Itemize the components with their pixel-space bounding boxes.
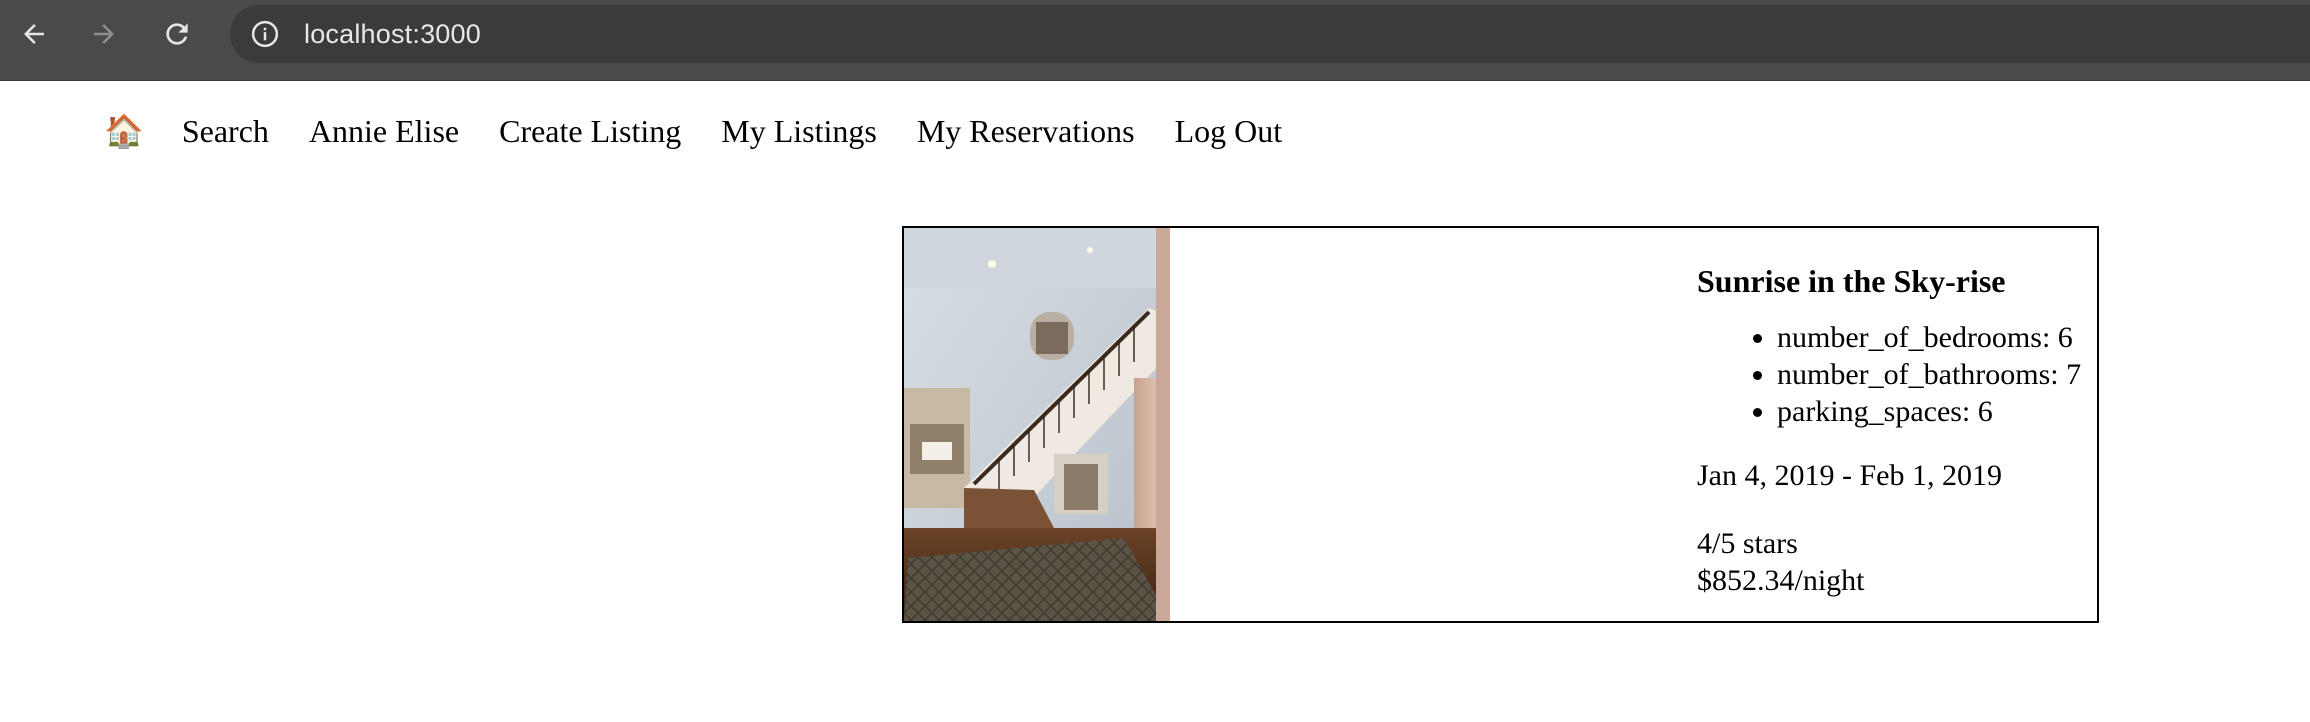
listing-price: $852.34/night <box>1697 564 1865 597</box>
feature-bathrooms: number_of_bathrooms: 7 <box>1777 356 2099 393</box>
arrow-left-icon <box>24 24 44 44</box>
nav-link-create-listing[interactable]: Create Listing <box>499 108 681 154</box>
arrow-right-icon <box>94 24 114 44</box>
listing-photo[interactable] <box>904 228 1170 621</box>
listing-title[interactable]: Sunrise in the Sky-rise <box>1697 261 2099 301</box>
forward-button[interactable] <box>82 12 126 56</box>
browser-toolbar: localhost:3000 <box>0 0 2310 81</box>
address-bar[interactable]: localhost:3000 <box>230 5 2310 63</box>
info-icon[interactable] <box>250 19 280 49</box>
app-navbar: 🏠 Search Annie Elise Create Listing My L… <box>104 108 1322 154</box>
nav-link-search[interactable]: Search <box>182 108 269 154</box>
listing-info: Sunrise in the Sky-rise number_of_bedroo… <box>1697 228 2099 599</box>
listing-dates: Jan 4, 2019 - Feb 1, 2019 <box>1697 459 2002 492</box>
nav-link-profile[interactable]: Annie Elise <box>309 108 459 154</box>
home-icon[interactable]: 🏠 <box>104 108 144 154</box>
nav-link-log-out[interactable]: Log Out <box>1175 108 1283 154</box>
url-text[interactable]: localhost:3000 <box>304 5 481 63</box>
feature-parking: parking_spaces: 6 <box>1777 393 2099 430</box>
back-button[interactable] <box>12 12 56 56</box>
nav-link-my-listings[interactable]: My Listings <box>721 108 877 154</box>
listing-card[interactable]: Sunrise in the Sky-rise number_of_bedroo… <box>902 226 2099 623</box>
nav-link-my-reservations[interactable]: My Reservations <box>917 108 1135 154</box>
reload-icon <box>166 23 188 45</box>
feature-bedrooms: number_of_bedrooms: 6 <box>1777 319 2099 356</box>
reload-button[interactable] <box>155 12 199 56</box>
listing-rating: 4/5 stars <box>1697 527 1798 560</box>
listing-features: number_of_bedrooms: 6 number_of_bathroom… <box>1697 319 2099 430</box>
